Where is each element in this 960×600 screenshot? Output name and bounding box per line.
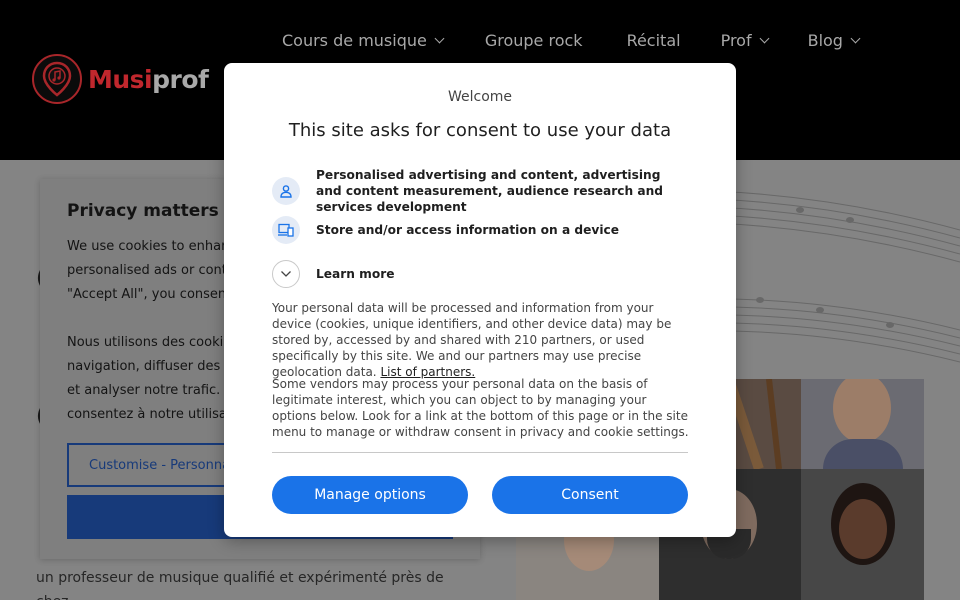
nav-label: Récital bbox=[626, 30, 681, 50]
nav-label: Groupe rock bbox=[484, 30, 583, 50]
logo-wordmark: Musiprof bbox=[88, 64, 209, 94]
nav-item-prof[interactable]: Prof bbox=[720, 30, 770, 50]
consent-button[interactable]: Consent bbox=[492, 476, 688, 514]
learn-more-label: Learn more bbox=[316, 267, 395, 281]
consent-paragraph-2: Some vendors may process your personal d… bbox=[272, 377, 689, 439]
chevron-down-icon bbox=[272, 260, 300, 288]
manage-options-button[interactable]: Manage options bbox=[272, 476, 468, 514]
divider bbox=[272, 452, 688, 453]
consent-dialog: Welcome This site asks for consent to us… bbox=[224, 63, 736, 537]
teacher-photo bbox=[801, 469, 924, 600]
purpose-store-access: Store and/or access information on a dev… bbox=[272, 216, 688, 244]
purpose-personalised-ads: Personalised advertising and content, ad… bbox=[272, 167, 688, 215]
purpose-label: Personalised advertising and content, ad… bbox=[316, 168, 663, 214]
intro-paragraph: un professeur de musique qualifié et exp… bbox=[36, 570, 444, 600]
music-pin-icon bbox=[32, 54, 82, 104]
nav-label: Blog bbox=[807, 30, 843, 50]
learn-more-toggle[interactable]: Learn more bbox=[272, 260, 688, 288]
person-icon bbox=[272, 177, 300, 205]
nav-label: Prof bbox=[720, 30, 752, 50]
main-nav: Cours de musique Groupe rock Récital Pro… bbox=[282, 28, 861, 52]
privacy-panel-text-en: We use cookies to enhanc personalised ad… bbox=[67, 239, 237, 302]
chevron-down-icon bbox=[434, 33, 445, 43]
nav-label: Cours de musique bbox=[282, 30, 427, 50]
chevron-down-icon bbox=[850, 33, 861, 43]
site-logo[interactable]: Musiprof bbox=[32, 54, 209, 104]
logo-text-prof: prof bbox=[152, 64, 209, 94]
privacy-panel-text-fr: Nous utilisons des cookies navigation, d… bbox=[67, 335, 237, 422]
nav-item-recital[interactable]: Récital bbox=[623, 31, 681, 50]
dialog-title: This site asks for consent to use your d… bbox=[288, 120, 672, 141]
nav-item-cours[interactable]: Cours de musique bbox=[282, 30, 445, 50]
devices-icon bbox=[272, 216, 300, 244]
consent-paragraph-1: Your personal data will be processed and… bbox=[272, 300, 690, 380]
chevron-down-icon bbox=[759, 33, 770, 43]
logo-text-musi: Musi bbox=[88, 64, 153, 94]
purpose-label: Store and/or access information on a dev… bbox=[316, 223, 620, 237]
dialog-welcome: Welcome bbox=[447, 89, 513, 105]
teacher-photo bbox=[801, 379, 924, 469]
nav-item-groupe-rock[interactable]: Groupe rock bbox=[485, 31, 583, 50]
nav-item-blog[interactable]: Blog bbox=[807, 30, 861, 50]
